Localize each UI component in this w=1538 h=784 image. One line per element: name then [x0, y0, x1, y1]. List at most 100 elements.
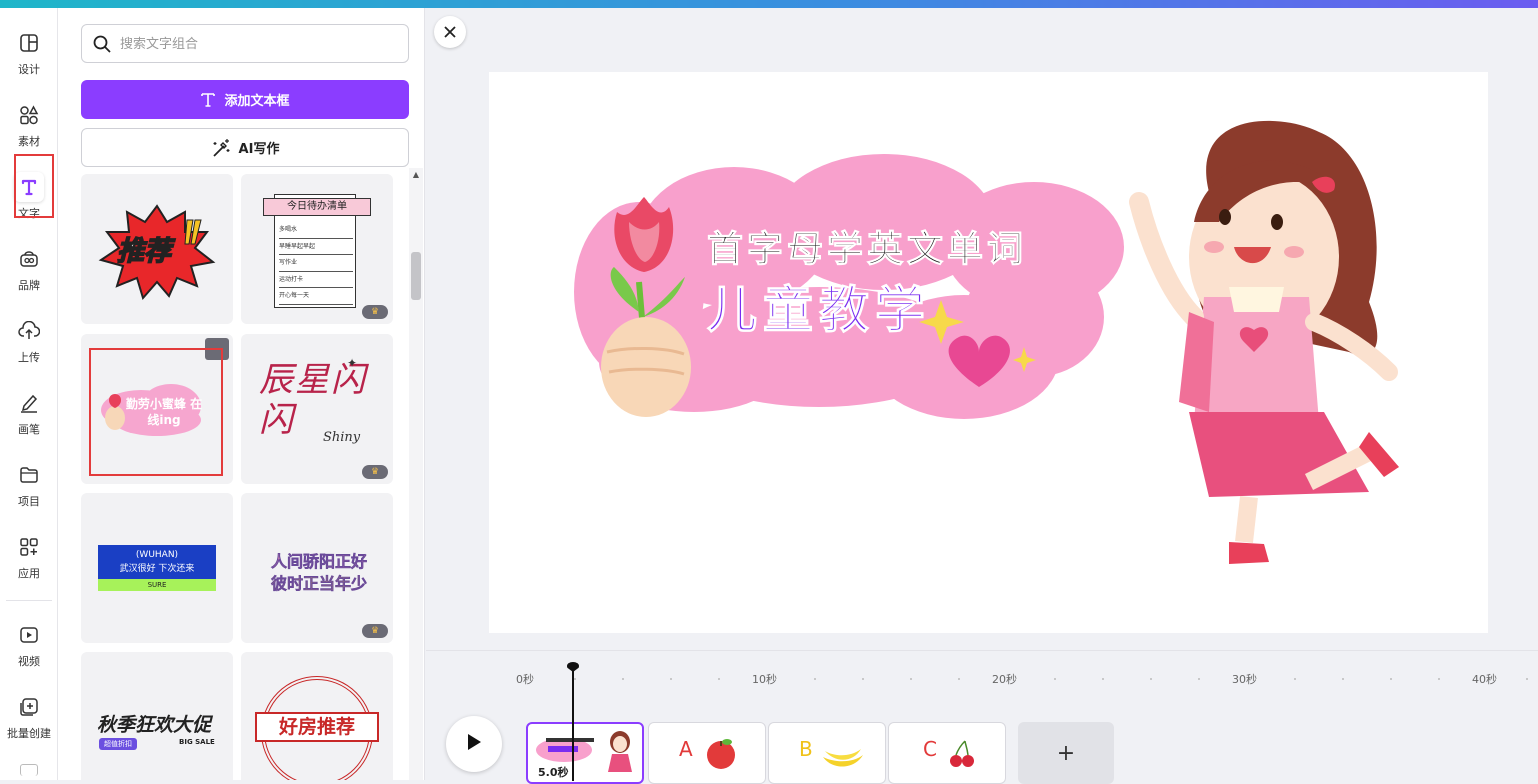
template-text: 辰星闪闪: [259, 360, 367, 440]
play-icon: [466, 733, 482, 755]
rail-label: 设计: [18, 63, 40, 76]
crown-icon: ♛: [362, 305, 388, 319]
upload-icon: [18, 320, 40, 342]
tick-dot: [1294, 678, 1296, 680]
apps-icon: [18, 536, 40, 558]
rail-label: 上传: [18, 351, 40, 364]
canvas-title-line1[interactable]: 首字母学英文单词: [706, 220, 1027, 272]
template-subtext: 彼时正当年少: [270, 574, 368, 594]
close-icon: [444, 23, 456, 42]
active-rail-highlight: [14, 154, 54, 218]
rail-label: 视频: [18, 655, 40, 668]
search-box[interactable]: [81, 24, 409, 63]
scroll-up-icon[interactable]: ▲: [411, 170, 421, 179]
shapes-icon: [18, 104, 40, 126]
rail-item-video[interactable]: 视频: [0, 610, 58, 674]
add-textbox-label: 添加文本框: [224, 94, 290, 109]
sparkle-icon: ✦: [347, 356, 358, 370]
template-text: 秋季狂欢大促: [97, 714, 212, 736]
search-input[interactable]: [120, 36, 390, 51]
rail-item-brand[interactable]: 品牌: [0, 234, 58, 298]
template-tag: 超值折扣: [99, 738, 137, 750]
plus-icon: +: [1056, 740, 1076, 766]
scrollbar-thumb[interactable]: [411, 252, 421, 300]
tick-dot: [1342, 678, 1344, 680]
rail-item-upload[interactable]: 上传: [0, 306, 58, 370]
template-tile-sunshine[interactable]: 人间骄阳正好 彼时正当年少 ♛: [241, 493, 393, 643]
template-tile-sale[interactable]: 秋季狂欢大促 超值折扣 BIG SALE: [81, 652, 233, 780]
girl-illustration: [1129, 120, 1399, 564]
tick-dot: [1054, 678, 1056, 680]
rail-label: 应用: [18, 567, 40, 580]
timeline-clip-1[interactable]: 5.0秒: [526, 722, 644, 784]
rail-item-apps[interactable]: 应用: [0, 522, 58, 586]
brand-icon: [18, 248, 40, 270]
template-tile-wuhan[interactable]: (WUHAN) 武汉很好 下次还来 SURE: [81, 493, 233, 643]
template-tile-todo[interactable]: 今日待办清单 多喝水 早睡早起早起 写作业 运动打卡 开心每一天 ♛: [241, 174, 393, 324]
tick-label: 10秒: [752, 673, 777, 686]
search-icon: [92, 34, 112, 54]
tick-dot: [814, 678, 816, 680]
rail-label: 素材: [18, 135, 40, 148]
close-panel-button[interactable]: [434, 16, 466, 48]
video-icon: [18, 624, 40, 646]
magic-wand-icon: [211, 138, 231, 158]
tick-label: 20秒: [992, 673, 1017, 686]
left-rail: 设计 素材 文字 品牌 上传 画笔 项目 应用 视频 批量创建: [0, 8, 58, 780]
todo-items: 多喝水 早睡早起早起 写作业 运动打卡 开心每一天: [279, 222, 353, 305]
template-tile-house[interactable]: 好房推荐: [241, 652, 393, 780]
clip-letter: A: [679, 737, 693, 761]
add-clip-button[interactable]: +: [1018, 722, 1114, 784]
crown-icon: ♛: [362, 624, 388, 638]
folder-icon: [18, 464, 40, 486]
canvas-artwork: [574, 120, 1399, 564]
timeline-clip-4[interactable]: C: [888, 722, 1006, 784]
template-text: 推荐: [116, 235, 172, 268]
tick-dot: [574, 678, 576, 680]
rail-item-batch[interactable]: 批量创建: [0, 682, 58, 746]
tick-dot: [718, 678, 720, 680]
template-text: 人间骄阳正好: [270, 552, 368, 572]
template-text: (WUHAN): [135, 550, 179, 560]
tick-dot: [958, 678, 960, 680]
design-canvas[interactable]: 首字母学英文单词 儿童教学: [489, 72, 1488, 633]
text-icon: [200, 92, 216, 108]
canvas-title-line2[interactable]: 儿童教学: [707, 270, 931, 342]
timeline-clip-2[interactable]: A: [648, 722, 766, 784]
ai-write-label: AI写作: [238, 142, 280, 157]
batch-icon: [18, 696, 40, 718]
rail-label: 品牌: [18, 279, 40, 292]
play-button[interactable]: [446, 716, 502, 772]
tick-dot: [862, 678, 864, 680]
selected-template-highlight: [89, 348, 223, 476]
template-tile-recommend[interactable]: 推荐: [81, 174, 233, 324]
layout-icon: [18, 32, 40, 54]
rail-item-draw[interactable]: 画笔: [0, 378, 58, 442]
playhead[interactable]: [572, 665, 574, 781]
rail-label: 项目: [18, 495, 40, 508]
rail-label: 画笔: [18, 423, 40, 436]
crown-icon: ♛: [362, 465, 388, 479]
tick-dot: [1102, 678, 1104, 680]
rail-item-projects[interactable]: 项目: [0, 450, 58, 514]
timeline-clip-3[interactable]: B: [768, 722, 886, 784]
tick-label: 40秒: [1472, 673, 1497, 686]
tick-dot: [1390, 678, 1392, 680]
rail-item-design[interactable]: 设计: [0, 18, 58, 82]
tick-dot: [1438, 678, 1440, 680]
playhead-handle[interactable]: [567, 662, 579, 672]
rail-divider: [6, 600, 52, 601]
add-textbox-button[interactable]: 添加文本框: [81, 80, 409, 119]
tick-label: 0秒: [516, 673, 534, 686]
template-text: 好房推荐: [255, 712, 379, 742]
tick-label: 30秒: [1232, 673, 1257, 686]
tick-dot: [1150, 678, 1152, 680]
timeline: 0秒 10秒 20秒 30秒 40秒 5.0秒 A B C +: [426, 650, 1538, 784]
banner: (WUHAN) 武汉很好 下次还来: [98, 545, 216, 579]
cherry-icon: [950, 740, 974, 767]
template-tile-star[interactable]: 辰星闪闪 Shiny ✦ ♛: [241, 334, 393, 484]
rail-label: 批量创建: [7, 727, 51, 740]
ai-write-button[interactable]: AI写作: [81, 128, 409, 167]
template-text: 今日待办清单: [263, 198, 371, 216]
rail-item-elements[interactable]: 素材: [0, 90, 58, 154]
